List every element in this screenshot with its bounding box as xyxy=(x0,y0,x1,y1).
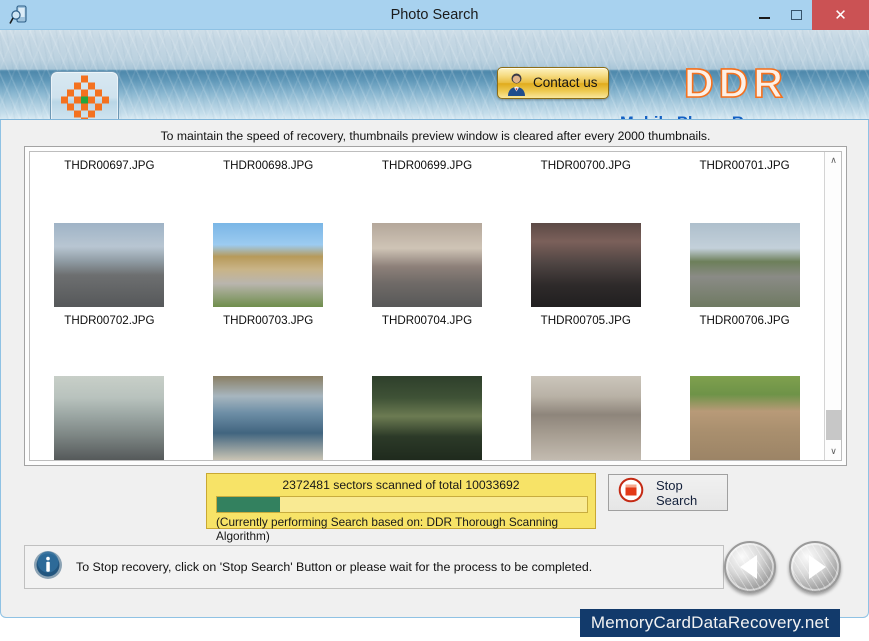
thumbnail-item[interactable]: THDR00707.JPG xyxy=(30,327,189,460)
thumbnail-item[interactable]: THDR00701.JPG xyxy=(665,152,824,174)
thumbnail-row: THDR00707.JPGTHDR00708.JPGTHDR00709.JPGT… xyxy=(30,327,824,460)
thumbnail-row: THDR00697.JPG THDR00698.JPG THDR00699.JPG T… xyxy=(30,152,824,174)
thumbnail-viewport: THDR00697.JPG THDR00698.JPG THDR00699.JPG T… xyxy=(29,151,842,461)
stop-search-label: Stop Search xyxy=(656,477,698,508)
stop-search-button[interactable]: Stop Search xyxy=(608,474,728,511)
progress-bar-fill xyxy=(217,497,280,512)
thumbnail-filename: THDR00698.JPG xyxy=(223,159,314,172)
maximize-icon xyxy=(791,10,802,20)
thumbnail-grid: THDR00697.JPG THDR00698.JPG THDR00699.JPG T… xyxy=(30,152,824,460)
user-avatar-icon xyxy=(504,71,529,96)
thumbnail-scrollport: THDR00697.JPG THDR00698.JPG THDR00699.JPG T… xyxy=(30,152,824,460)
scrollbar-thumb[interactable] xyxy=(826,410,841,440)
site-brand-bar: MemoryCardDataRecovery.net xyxy=(580,609,840,637)
scan-algorithm-text: (Currently performing Search based on: D… xyxy=(216,515,559,543)
thumbnail-item[interactable]: THDR00708.JPG xyxy=(189,327,348,460)
thumbnail-item[interactable]: THDR00705.JPG xyxy=(506,174,665,327)
scrollbar-track[interactable] xyxy=(825,169,841,443)
info-bar-text: To Stop recovery, click on 'Stop Search'… xyxy=(76,560,593,574)
contact-us-label: Contact us xyxy=(533,75,598,90)
thumbnail-item[interactable]: THDR00709.JPG xyxy=(348,327,507,460)
next-button[interactable] xyxy=(789,541,841,593)
progress-bar xyxy=(216,496,588,513)
thumbnail-item[interactable]: THDR00702.JPG xyxy=(30,174,189,327)
minimize-icon xyxy=(758,17,770,19)
thumbnail-image[interactable] xyxy=(54,376,165,460)
window-controls: ✕ xyxy=(747,0,869,30)
header-banner: Contact us DDR Mobile Phone Recovery xyxy=(0,30,869,120)
thumbnail-row: THDR00702.JPG THDR00703.JPG THDR00704.JPG T… xyxy=(30,174,824,327)
thumbnail-item[interactable]: THDR00697.JPG xyxy=(30,152,189,174)
thumbnail-image[interactable] xyxy=(213,376,324,460)
scan-progress-panel: 2372481 sectors scanned of total 1003369… xyxy=(206,473,596,543)
ddr-brand-logo: DDR xyxy=(683,59,788,107)
stop-square-icon xyxy=(618,477,644,508)
scroll-up-arrow-icon[interactable]: ∧ xyxy=(825,152,841,169)
thumbnail-scrollbar[interactable]: ∧ ∨ xyxy=(824,152,841,460)
contact-us-button[interactable]: Contact us xyxy=(497,67,609,99)
thumbnail-image[interactable] xyxy=(530,376,641,460)
thumbnail-filename: THDR00703.JPG xyxy=(223,314,314,327)
previous-button[interactable] xyxy=(724,541,776,593)
thumbnail-item[interactable]: THDR00698.JPG xyxy=(189,152,348,174)
thumbnail-notice: To maintain the speed of recovery, thumb… xyxy=(160,129,711,143)
thumbnail-filename: THDR00700.JPG xyxy=(540,159,631,172)
thumbnail-image[interactable] xyxy=(689,376,800,460)
thumbnail-filename: THDR00702.JPG xyxy=(64,314,155,327)
thumbnail-image[interactable] xyxy=(371,223,482,307)
thumbnail-filename: THDR00697.JPG xyxy=(64,159,155,172)
window-title: Photo Search xyxy=(390,7,479,23)
maximize-button[interactable] xyxy=(781,0,812,30)
arrow-left-icon xyxy=(739,555,757,579)
scroll-down-arrow-icon[interactable]: ∨ xyxy=(825,443,841,460)
thumbnail-item[interactable]: THDR00699.JPG xyxy=(348,152,507,174)
minimize-button[interactable] xyxy=(747,0,781,30)
thumbnail-image[interactable] xyxy=(213,223,324,307)
title-bar: Photo Search ✕ xyxy=(0,0,869,30)
thumbnail-filename: THDR00705.JPG xyxy=(540,314,631,327)
thumbnail-image[interactable] xyxy=(54,223,165,307)
thumbnail-item[interactable]: THDR00700.JPG xyxy=(506,152,665,174)
arrow-right-icon xyxy=(808,555,826,579)
thumbnail-panel: THDR00697.JPG THDR00698.JPG THDR00699.JPG T… xyxy=(24,146,847,466)
thumbnail-item[interactable]: THDR00703.JPG xyxy=(189,174,348,327)
main-body: To maintain the speed of recovery, thumb… xyxy=(0,120,869,608)
thumbnail-image[interactable] xyxy=(371,376,482,460)
thumbnail-filename: THDR00704.JPG xyxy=(381,314,473,327)
checkered-flower-logo-icon xyxy=(59,74,111,119)
thumbnail-item[interactable]: THDR00706.JPG xyxy=(665,174,824,327)
info-bar: To Stop recovery, click on 'Stop Search'… xyxy=(24,545,724,589)
thumbnail-filename: THDR00701.JPG xyxy=(699,159,790,172)
thumbnail-image[interactable] xyxy=(689,223,800,307)
app-logo-button[interactable] xyxy=(50,71,119,119)
close-button[interactable]: ✕ xyxy=(812,0,869,30)
sectors-scanned-text: 2372481 sectors scanned of total 1003369… xyxy=(282,478,520,492)
thumbnail-image[interactable] xyxy=(530,223,641,307)
thumbnail-item[interactable]: THDR00710.JPG xyxy=(506,327,665,460)
thumbnail-filename: THDR00699.JPG xyxy=(381,159,473,172)
photo-search-window: Photo Search ✕ Contact us DDR To maintai… xyxy=(0,0,869,641)
site-brand-text: MemoryCardDataRecovery.net xyxy=(590,613,830,632)
thumbnail-item[interactable]: THDR00711.JPG xyxy=(665,327,824,460)
thumbnail-filename: THDR00706.JPG xyxy=(699,314,790,327)
information-icon xyxy=(33,550,63,585)
thumbnail-item[interactable]: THDR00704.JPG xyxy=(348,174,507,327)
